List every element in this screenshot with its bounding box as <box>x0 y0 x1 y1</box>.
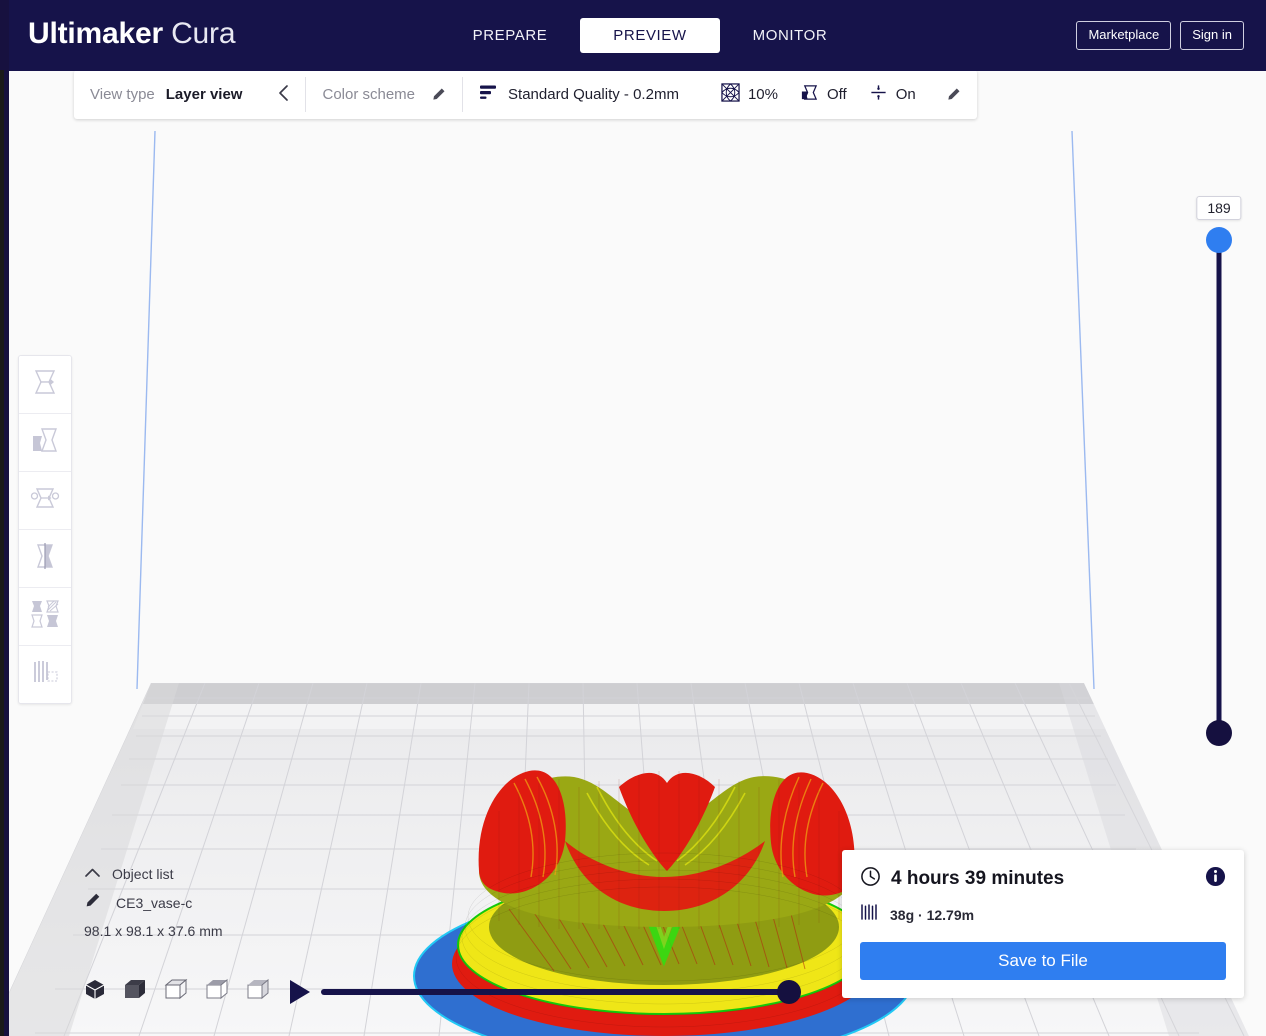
print-info-panel: 4 hours 39 minutes 38g · 12.79m Save to … <box>842 850 1244 998</box>
move-tool-button[interactable] <box>19 356 71 414</box>
app-logo: Ultimaker Cura <box>28 17 236 51</box>
pencil-icon[interactable] <box>431 87 446 102</box>
print-time-row: 4 hours 39 minutes <box>860 866 1226 892</box>
view-front-button[interactable] <box>123 978 147 1005</box>
scale-icon <box>30 426 60 459</box>
support-blocker-tool-button[interactable] <box>19 646 71 703</box>
layer-value-tooltip: 189 <box>1196 196 1242 220</box>
model-dimensions: 98.1 x 98.1 x 37.6 mm <box>84 923 223 939</box>
rotate-tool-button[interactable] <box>19 472 71 530</box>
left-edge-strip-lower <box>0 70 4 1036</box>
camera-view-buttons <box>84 978 270 1005</box>
settings-pencil-icon[interactable] <box>946 87 961 102</box>
support-value: Off <box>826 86 847 103</box>
print-quality-icon <box>479 84 498 106</box>
brand-name-bold: Ultimaker <box>28 17 163 50</box>
layer-slider[interactable]: 189 <box>1196 196 1242 748</box>
sign-in-button[interactable]: Sign in <box>1180 21 1244 50</box>
support-icon <box>800 83 819 107</box>
application-header: Ultimaker Cura PREPARE PREVIEW MONITOR M… <box>0 0 1266 71</box>
support-blocker-icon <box>30 658 60 691</box>
simulation-handle <box>777 980 801 1004</box>
view-right-button[interactable] <box>246 978 270 1005</box>
per-model-settings-tool-button[interactable] <box>19 588 71 646</box>
model-tools-panel <box>18 355 72 704</box>
object-list-header[interactable]: Object list <box>84 865 223 883</box>
infill-icon <box>721 82 740 107</box>
info-icon[interactable] <box>1205 866 1226 892</box>
rotate-icon <box>30 484 60 517</box>
view-type-label: View type <box>90 86 155 103</box>
chevron-left-icon[interactable] <box>278 84 289 105</box>
save-to-file-button[interactable]: Save to File <box>860 942 1226 980</box>
view-top-button[interactable] <box>164 978 188 1005</box>
color-scheme-section[interactable]: Color scheme <box>306 70 462 119</box>
mirror-icon <box>30 542 60 575</box>
main-tabs: PREPARE PREVIEW MONITOR <box>440 0 860 71</box>
brand-product: Cura <box>171 17 236 50</box>
layer-slider-lower-handle[interactable] <box>1206 720 1232 746</box>
brand-name-light <box>163 17 171 50</box>
mirror-tool-button[interactable] <box>19 530 71 588</box>
cura-application-window: Ultimaker Cura PREPARE PREVIEW MONITOR M… <box>0 0 1266 1036</box>
header-actions: Marketplace Sign in <box>1076 0 1244 71</box>
clock-icon <box>860 866 881 892</box>
pencil-icon[interactable] <box>84 892 101 914</box>
move-icon <box>30 368 60 401</box>
preview-settings-toolbar: View type Layer view Color scheme Standa… <box>74 70 977 119</box>
print-time-group: 4 hours 39 minutes <box>860 866 1064 892</box>
view-left-button[interactable] <box>205 978 229 1005</box>
print-profile-value: Standard Quality - 0.2mm <box>508 86 679 103</box>
simulation-bar <box>288 977 806 1007</box>
color-scheme-label: Color scheme <box>322 86 416 103</box>
object-list-panel: Object list CE3_vase-c 98.1 x 98.1 x 37.… <box>84 865 223 939</box>
play-icon <box>290 980 310 1004</box>
print-time-value: 4 hours 39 minutes <box>891 868 1065 889</box>
filament-icon <box>860 903 880 926</box>
layer-slider-upper-handle[interactable] <box>1206 227 1232 253</box>
infill-value: 10% <box>747 86 778 103</box>
chevron-up-icon[interactable] <box>84 865 101 883</box>
per-model-settings-icon <box>29 599 61 634</box>
adhesion-icon <box>869 83 888 107</box>
tab-preview[interactable]: PREVIEW <box>580 18 720 53</box>
print-settings-section[interactable]: Standard Quality - 0.2mm 10% Off On <box>463 70 977 119</box>
view-type-section[interactable]: View type Layer view <box>74 70 305 119</box>
layer-slider-track[interactable] <box>1216 238 1222 738</box>
material-usage: 38g · 12.79m <box>890 906 975 923</box>
adhesion-value: On <box>895 86 916 103</box>
object-list-item[interactable]: CE3_vase-c <box>84 892 223 914</box>
model-name: CE3_vase-c <box>116 895 193 911</box>
view-type-value: Layer view <box>165 86 243 103</box>
object-list-title: Object list <box>112 866 174 882</box>
scale-tool-button[interactable] <box>19 414 71 472</box>
tab-monitor[interactable]: MONITOR <box>720 18 860 53</box>
tab-prepare[interactable]: PREPARE <box>440 18 580 53</box>
marketplace-button[interactable]: Marketplace <box>1076 21 1172 50</box>
view-3d-button[interactable] <box>84 978 106 1005</box>
material-row: 38g · 12.79m <box>860 903 1226 926</box>
